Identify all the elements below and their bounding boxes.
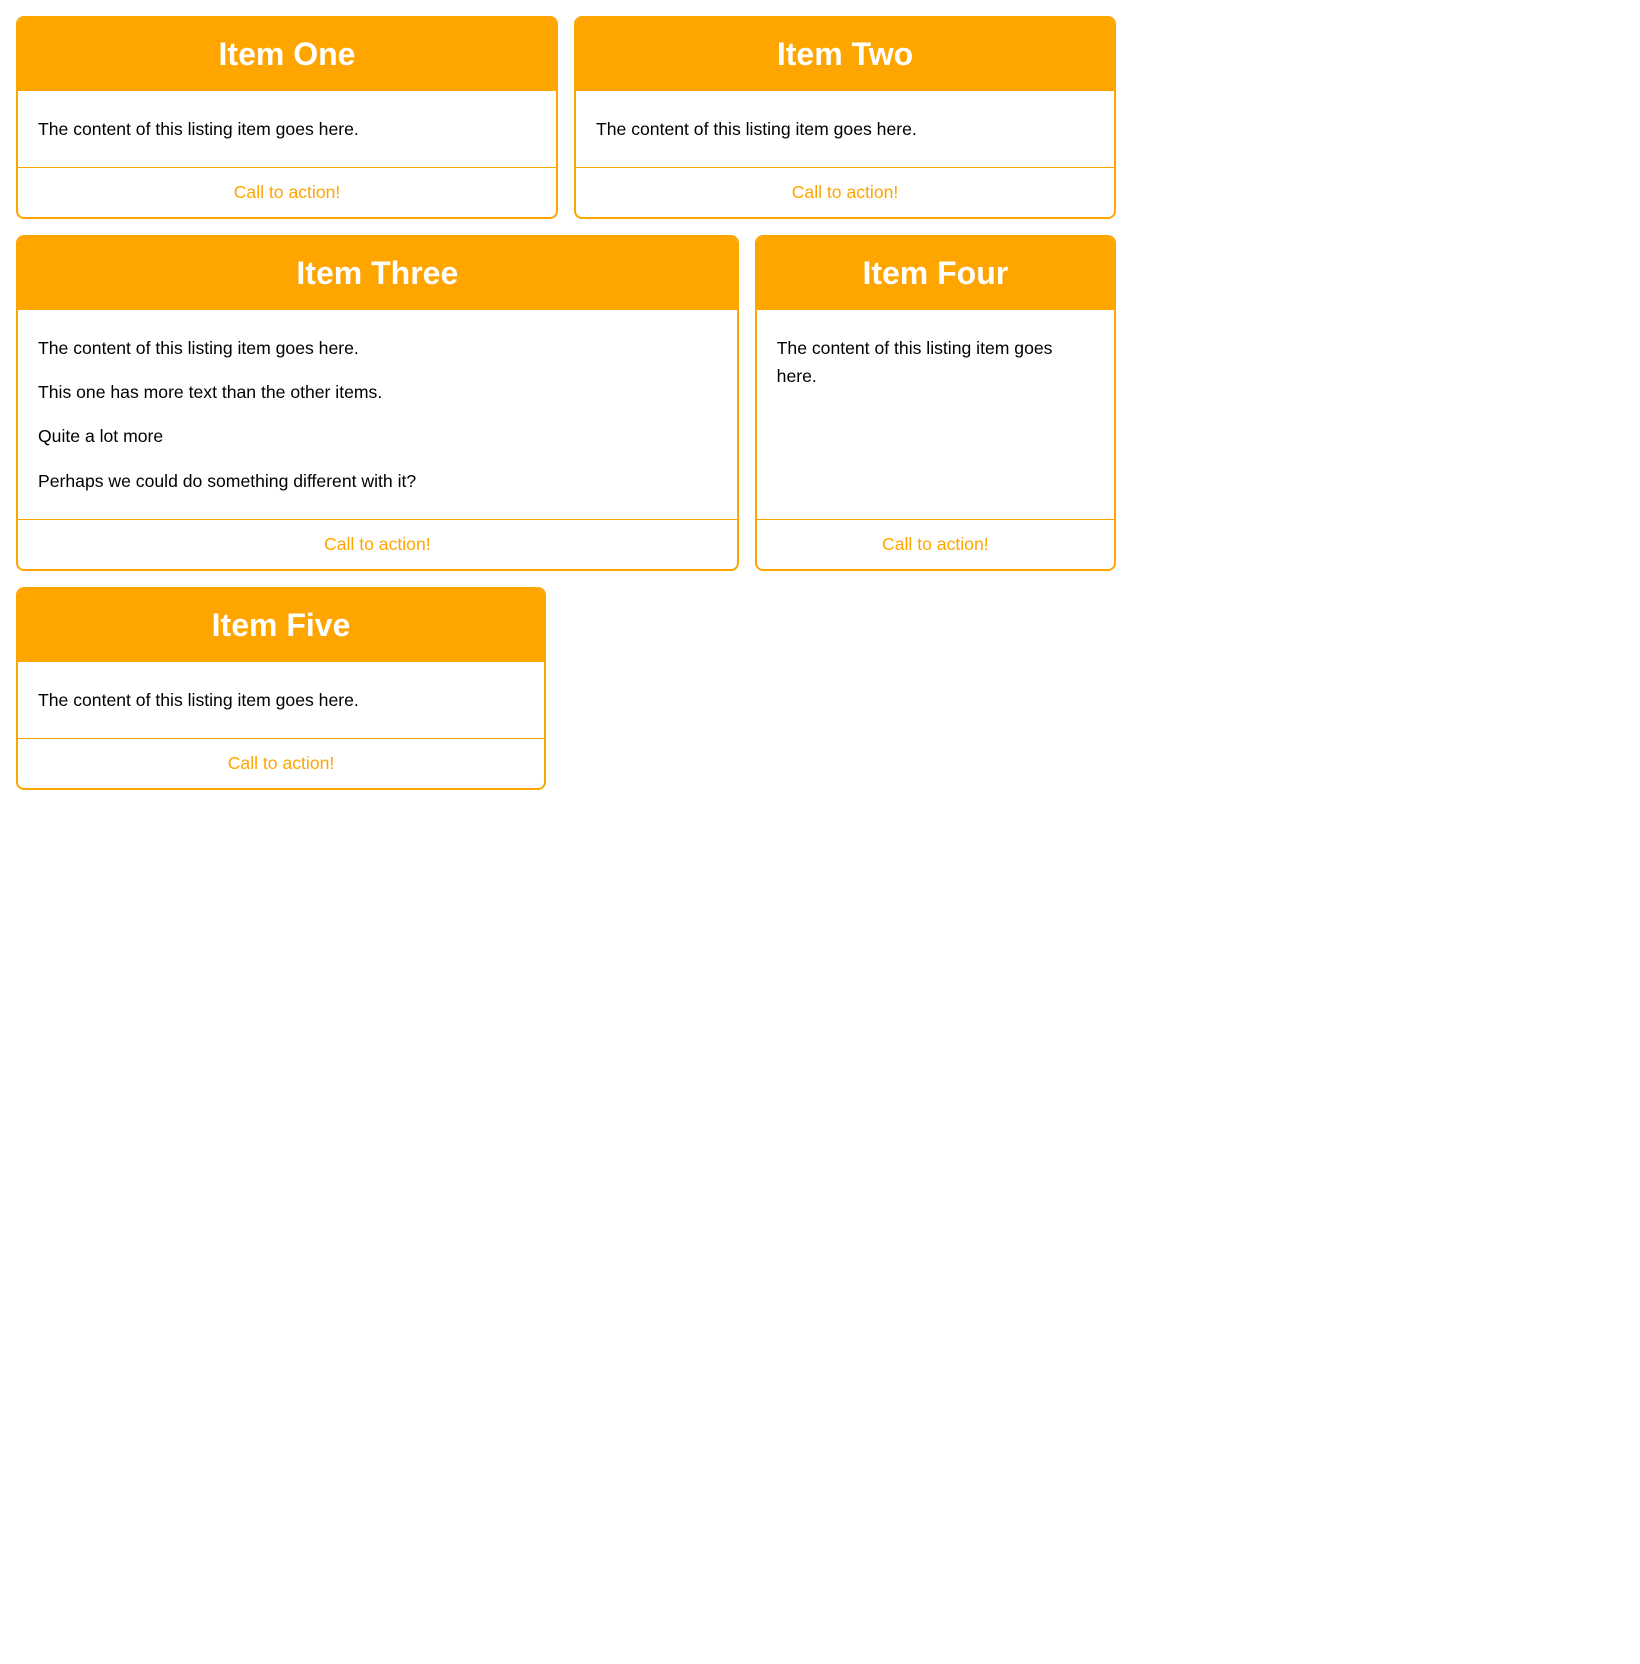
card-item-two-footer: Call to action! [576,167,1114,217]
card-item-five-title: Item Five [212,607,351,643]
card-item-three-header: Item Three [18,237,737,310]
card-item-four-footer: Call to action! [757,519,1114,569]
card-item-two-body-text-1: The content of this listing item goes he… [596,115,1094,143]
card-item-two: Item Two The content of this listing ite… [574,16,1116,219]
card-item-three-body: The content of this listing item goes he… [18,310,737,519]
card-item-one-header: Item One [18,18,556,91]
card-item-five-body-text-1: The content of this listing item goes he… [38,686,524,714]
card-item-four: Item Four The content of this listing it… [755,235,1116,571]
card-item-one-body: The content of this listing item goes he… [18,91,556,167]
card-item-four-action[interactable]: Call to action! [882,534,989,555]
card-item-three-action[interactable]: Call to action! [324,534,431,555]
card-item-three-body-text-1: The content of this listing item goes he… [38,334,717,362]
card-item-three-title: Item Three [296,255,458,291]
card-item-five-action[interactable]: Call to action! [228,753,335,774]
card-item-three-body-text-3: Quite a lot more [38,422,717,450]
card-item-two-title: Item Two [777,36,913,72]
row-3: Item Five The content of this listing it… [16,587,1116,790]
card-item-one: Item One The content of this listing ite… [16,16,558,219]
row-2: Item Three The content of this listing i… [16,235,1116,571]
card-item-two-action[interactable]: Call to action! [792,182,899,203]
card-item-four-title: Item Four [862,255,1008,291]
card-item-three: Item Three The content of this listing i… [16,235,739,571]
card-item-five-header: Item Five [18,589,544,662]
card-item-one-title: Item One [219,36,356,72]
card-item-two-header: Item Two [576,18,1114,91]
card-item-one-action[interactable]: Call to action! [234,182,341,203]
card-item-three-body-text-2: This one has more text than the other it… [38,378,717,406]
card-item-one-footer: Call to action! [18,167,556,217]
card-item-five: Item Five The content of this listing it… [16,587,546,790]
card-item-five-body: The content of this listing item goes he… [18,662,544,738]
card-item-three-body-text-4: Perhaps we could do something different … [38,467,717,495]
row-1: Item One The content of this listing ite… [16,16,1116,219]
card-item-five-footer: Call to action! [18,738,544,788]
card-item-three-footer: Call to action! [18,519,737,569]
card-item-four-body: The content of this listing item goes he… [757,310,1114,519]
card-item-two-body: The content of this listing item goes he… [576,91,1114,167]
card-item-four-body-text-1: The content of this listing item goes he… [777,334,1094,390]
card-item-one-body-text-1: The content of this listing item goes he… [38,115,536,143]
card-item-four-header: Item Four [757,237,1114,310]
